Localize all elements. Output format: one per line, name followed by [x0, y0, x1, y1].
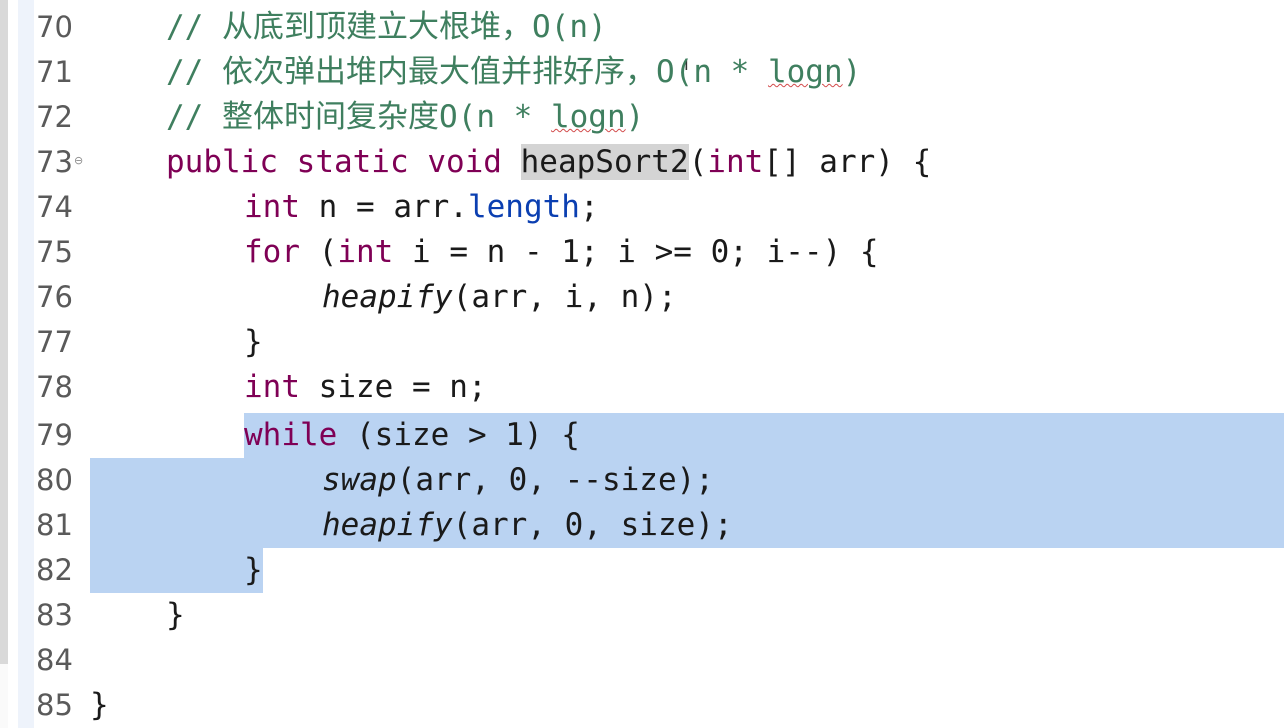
- keyword: public: [166, 144, 278, 180]
- params-open: (: [688, 144, 708, 180]
- keyword: int: [337, 234, 394, 270]
- method-call: heapify: [322, 507, 453, 543]
- params-rest: [] arr) {: [763, 144, 932, 180]
- code-text: n = arr.: [300, 189, 468, 225]
- line-number: 80: [36, 463, 73, 497]
- code-line[interactable]: 78 int size = n;: [0, 365, 1284, 410]
- keyword: for: [244, 234, 300, 270]
- code-line[interactable]: 73 ⊖ public static void heapSort2(int[] …: [0, 140, 1284, 185]
- code-text: (arr, i, n);: [452, 279, 677, 315]
- line-number: 81: [36, 508, 73, 542]
- statement: heapify(arr, i, n);: [322, 275, 677, 320]
- comment-text: // 依次弹出堆内最大值并排好序，O(n *: [166, 54, 768, 90]
- line-number: 71: [36, 55, 73, 89]
- statement: for (int i = n - 1; i >= 0; i--) {: [244, 230, 879, 275]
- code-text: }: [90, 687, 109, 723]
- code-line[interactable]: 72 // 整体时间复杂度O(n * logn): [0, 95, 1284, 140]
- code-line[interactable]: 77 }: [0, 320, 1284, 365]
- code-line[interactable]: 80 swap(arr, 0, --size);: [0, 458, 1284, 503]
- line-number: 84: [36, 643, 73, 677]
- line-number: 83: [36, 598, 73, 632]
- line-number: 79: [36, 418, 73, 452]
- keyword: int: [244, 189, 300, 225]
- code-line[interactable]: 85 }: [0, 683, 1284, 728]
- line-number: 75: [36, 235, 73, 269]
- spelling-warning: logn: [767, 54, 843, 90]
- keyword: static: [296, 144, 409, 180]
- code-line[interactable]: 81 heapify(arr, 0, size);: [0, 503, 1284, 548]
- line-number: 70: [36, 10, 73, 44]
- comment: // 依次弹出堆内最大值并排好序，O(n * logn): [166, 50, 861, 95]
- line-number: 72: [36, 100, 73, 134]
- line-number: 85: [36, 688, 73, 722]
- method-declaration: public static void heapSort2(int[] arr) …: [166, 140, 931, 185]
- spelling-warning: logn: [550, 99, 626, 135]
- method-call: heapify: [322, 279, 453, 315]
- line-number: 82: [36, 553, 73, 587]
- method-call: swap: [322, 462, 397, 498]
- comment: // 整体时间复杂度O(n * logn): [166, 95, 644, 140]
- statement: heapify(arr, 0, size);: [322, 503, 733, 548]
- fold-toggle-icon[interactable]: ⊖: [74, 155, 83, 167]
- comment-text-end: ): [842, 54, 862, 90]
- statement: swap(arr, 0, --size);: [322, 458, 714, 503]
- code-text: (: [300, 234, 338, 270]
- code-line[interactable]: 70 // 从底到顶建立大根堆，O(n): [0, 5, 1284, 50]
- statement: int size = n;: [244, 365, 487, 410]
- comment-text-end: ): [625, 99, 645, 135]
- code-line[interactable]: 84: [0, 638, 1284, 683]
- code-text: (arr, 0, --size);: [396, 462, 714, 498]
- keyword: void: [427, 144, 502, 180]
- keyword: while: [244, 417, 338, 453]
- keyword: int: [244, 369, 300, 405]
- code-line[interactable]: 76 heapify(arr, i, n);: [0, 275, 1284, 320]
- method-name[interactable]: heapSort2: [520, 144, 689, 180]
- field-reference: length: [467, 189, 580, 225]
- code-line[interactable]: 79 while (size > 1) {: [0, 413, 1284, 458]
- line-number: 74: [36, 190, 73, 224]
- code-text: }: [166, 597, 185, 633]
- code-line[interactable]: 74 int n = arr.length;: [0, 185, 1284, 230]
- line-number: 77: [36, 325, 73, 359]
- line-number: 73: [36, 145, 73, 179]
- code-line[interactable]: 75 for (int i = n - 1; i >= 0; i--) {: [0, 230, 1284, 275]
- line-number: 78: [36, 370, 73, 404]
- keyword: int: [707, 144, 764, 180]
- code-line[interactable]: 71 // 依次弹出堆内最大值并排好序，O(n * logn): [0, 50, 1284, 95]
- code-text: size = n;: [300, 369, 487, 405]
- line-number: 76: [36, 280, 73, 314]
- statement: int n = arr.length;: [244, 185, 599, 230]
- comment-text: // 整体时间复杂度O(n *: [166, 99, 551, 135]
- code-text: i = n - 1; i >= 0; i--) {: [393, 234, 879, 270]
- code-text: }: [244, 552, 263, 588]
- code-line[interactable]: 83 }: [0, 593, 1284, 638]
- comment: // 从底到顶建立大根堆，O(n): [166, 9, 607, 45]
- code-text: (arr, 0, size);: [452, 507, 733, 543]
- code-text: (size > 1) {: [337, 417, 580, 453]
- code-text: ;: [579, 189, 599, 225]
- code-text: }: [244, 324, 263, 360]
- statement: while (size > 1) {: [244, 413, 580, 458]
- code-line[interactable]: 82 }: [0, 548, 1284, 593]
